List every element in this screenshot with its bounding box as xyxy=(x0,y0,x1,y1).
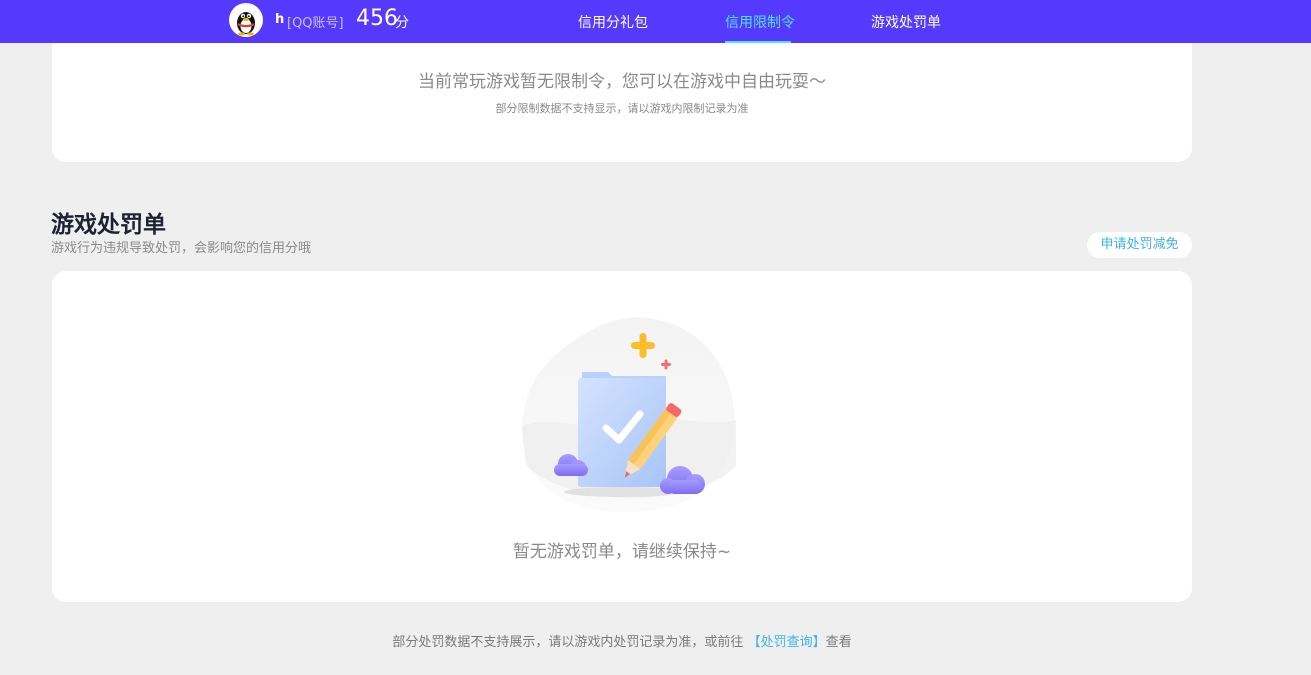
tab-credit-restriction[interactable]: 信用限制令 xyxy=(725,12,795,32)
footer-text: 部分处罚数据不支持展示，请以游戏内处罚记录为准，或前往 xyxy=(392,635,744,650)
tab-credit-gift[interactable]: 信用分礼包 xyxy=(578,12,648,32)
credit-score: 456 xyxy=(356,6,398,31)
credit-score-unit: 分 xyxy=(395,15,409,31)
tab-game-penalty[interactable]: 游戏处罚单 xyxy=(871,12,941,32)
active-tab-indicator xyxy=(725,41,791,43)
penalty-query-link[interactable]: 【处罚查询】 xyxy=(748,635,826,650)
footer-text-suffix: 查看 xyxy=(825,635,852,650)
empty-state-illustration-icon xyxy=(518,316,738,516)
account-type-tag: [QQ账号] xyxy=(287,16,344,31)
restriction-note: 部分限制数据不支持显示，请以游戏内限制记录为准 xyxy=(495,102,749,115)
restriction-empty-message: 当前常玩游戏暂无限制令，您可以在游戏中自由玩耍～ xyxy=(418,72,826,92)
penalty-empty-message: 暂无游戏罚单，请继续保持~ xyxy=(512,542,732,562)
username: h xyxy=(275,12,285,27)
section-description: 游戏行为违规导致处罚，会影响您的信用分哦 xyxy=(51,241,312,256)
section-title: 游戏处罚单 xyxy=(51,212,166,238)
top-navigation-bar: h [QQ账号] 456 分 信用分礼包 信用限制令 游戏处罚单 xyxy=(0,0,1311,43)
footer-note: 部分处罚数据不支持展示，请以游戏内处罚记录为准，或前往 【处罚查询】查看 xyxy=(0,631,1244,650)
apply-penalty-reduction-button[interactable]: 申请处罚减免 xyxy=(1087,232,1192,258)
penalty-card: 暂无游戏罚单，请继续保持~ xyxy=(52,271,1192,602)
qq-penguin-avatar-icon[interactable] xyxy=(229,3,263,37)
